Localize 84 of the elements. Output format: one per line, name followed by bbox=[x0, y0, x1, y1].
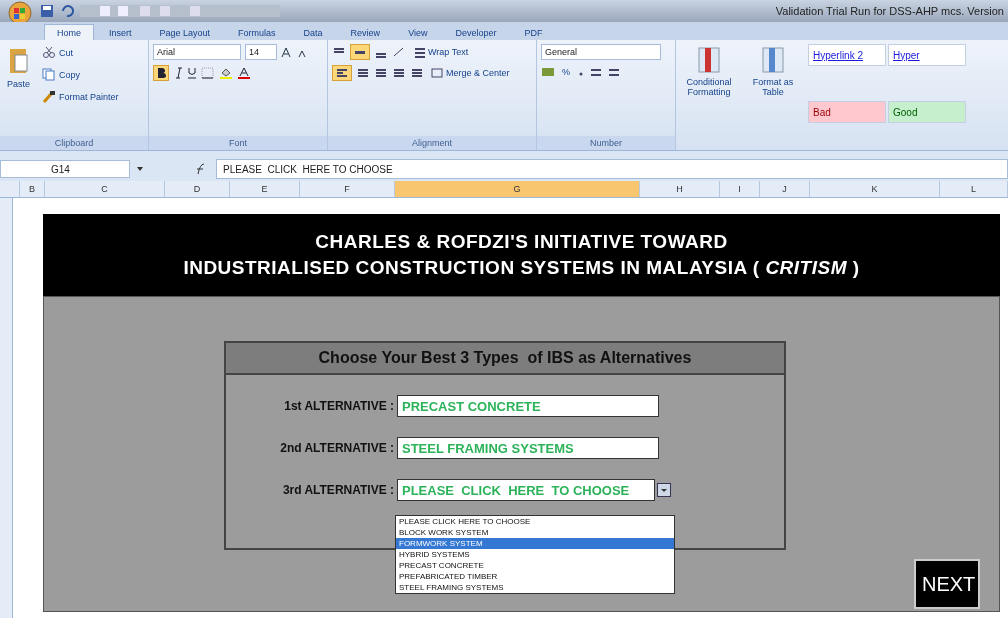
format-painter-button[interactable]: Format Painter bbox=[39, 88, 122, 105]
merge-center-button[interactable]: Merge & Center bbox=[428, 65, 513, 81]
wrap-text-icon bbox=[413, 46, 425, 58]
field-label: 2nd ALTERNATIVE : bbox=[279, 441, 395, 455]
undo-icon[interactable] bbox=[60, 4, 74, 18]
banner-title: INDUSTRIALISED CONSTRUCTION SYSTEMS IN MALAYSIA ( CRITISM ) bbox=[183, 257, 860, 279]
ribbon-tab[interactable]: Home bbox=[44, 24, 94, 40]
number-format-field[interactable]: General bbox=[541, 44, 661, 60]
dropdown-option[interactable]: PREFABRICATED TIMBER bbox=[396, 571, 674, 582]
italic-icon[interactable] bbox=[173, 67, 183, 79]
align-center-icon[interactable] bbox=[356, 67, 370, 79]
ribbon-tab[interactable]: Developer bbox=[442, 24, 510, 40]
text-orientation-icon[interactable] bbox=[392, 46, 406, 58]
column-header[interactable]: B bbox=[20, 181, 45, 197]
format-as-table-button[interactable]: Format as Table bbox=[744, 44, 802, 150]
dropdown-option[interactable]: HYBRID SYSTEMS bbox=[396, 549, 674, 560]
copy-button[interactable]: Copy bbox=[39, 66, 122, 83]
ribbon-tab[interactable]: Review bbox=[337, 24, 394, 40]
wrap-text-button[interactable]: Wrap Text bbox=[410, 44, 472, 60]
scissors-icon bbox=[42, 46, 56, 59]
quick-access-toolbar-icon bbox=[80, 4, 280, 18]
column-header[interactable]: L bbox=[940, 181, 1008, 197]
ribbon-tab[interactable]: Page Layout bbox=[146, 24, 224, 40]
save-icon[interactable] bbox=[40, 4, 54, 18]
dropdown-arrow-icon[interactable] bbox=[136, 165, 144, 173]
bold-icon[interactable] bbox=[153, 65, 169, 81]
group-label: Number bbox=[537, 136, 675, 150]
align-left-icon[interactable] bbox=[332, 65, 352, 81]
dropdown-option[interactable]: STEEL FRAMING SYSTEMS bbox=[396, 582, 674, 593]
currency-icon[interactable] bbox=[541, 66, 555, 78]
grow-font-icon[interactable] bbox=[281, 46, 293, 58]
cell-style[interactable]: Bad bbox=[808, 101, 886, 123]
borders-icon[interactable] bbox=[201, 67, 215, 79]
fill-color-icon[interactable] bbox=[219, 67, 233, 79]
column-header[interactable]: I bbox=[720, 181, 760, 197]
increase-indent-icon[interactable] bbox=[410, 67, 424, 79]
paintbrush-icon bbox=[42, 90, 56, 103]
table-icon bbox=[697, 46, 721, 74]
ribbon-tab[interactable]: Data bbox=[290, 24, 336, 40]
ribbon-tab[interactable]: Formulas bbox=[225, 24, 289, 40]
dropdown-option[interactable]: PRECAST CONCRETE bbox=[396, 560, 674, 571]
copy-icon bbox=[42, 68, 56, 81]
window-title: Validation Trial Run for DSS-AHP mcs. Version bbox=[775, 5, 1005, 17]
column-header[interactable]: D bbox=[165, 181, 230, 197]
conditional-formatting-button[interactable]: Conditional Formatting bbox=[680, 44, 738, 150]
merge-cells-icon bbox=[431, 67, 443, 79]
font-size-field[interactable]: 14 bbox=[245, 44, 277, 60]
next-button[interactable]: NEXT bbox=[914, 559, 980, 609]
ribbon-tab[interactable]: View bbox=[395, 24, 441, 40]
align-right-icon[interactable] bbox=[374, 67, 388, 79]
column-header[interactable]: G bbox=[395, 181, 640, 197]
ribbon-tab[interactable]: Insert bbox=[96, 24, 145, 40]
underline-icon[interactable] bbox=[187, 67, 197, 79]
cut-button[interactable]: Cut bbox=[39, 44, 122, 61]
column-header[interactable]: J bbox=[760, 181, 810, 197]
ribbon-tab[interactable]: PDF bbox=[511, 24, 556, 40]
dropdown-option[interactable]: BLOCK WORK SYSTEM bbox=[396, 527, 674, 538]
group-label: Font bbox=[149, 136, 327, 150]
group-label: Alignment bbox=[328, 136, 536, 150]
font-name-field[interactable]: Arial bbox=[153, 44, 241, 60]
paste-button[interactable]: Paste bbox=[4, 44, 33, 136]
cell-style[interactable]: Hyper bbox=[888, 44, 966, 66]
formula-input[interactable]: PLEASE CLICK HERE TO CHOOSE bbox=[216, 159, 1008, 179]
field-label: 1st ALTERNATIVE : bbox=[283, 399, 395, 413]
column-header[interactable]: C bbox=[45, 181, 165, 197]
field-label: 3rd ALTERNATIVE : bbox=[281, 483, 395, 497]
name-box[interactable]: G14 bbox=[0, 160, 130, 178]
panel-title: Choose Your Best 3 Types of IBS as Alternatives bbox=[226, 343, 784, 375]
clipboard-icon bbox=[7, 46, 30, 76]
percent-button[interactable]: % bbox=[559, 65, 573, 79]
dropdown-option[interactable]: PLEASE CLICK HERE TO CHOOSE bbox=[396, 516, 674, 527]
cell-style[interactable]: Good bbox=[888, 101, 966, 123]
decrease-indent-icon[interactable] bbox=[392, 67, 406, 79]
dropdown-button[interactable] bbox=[657, 483, 671, 497]
dropdown-option[interactable]: FORMWORK SYSTEM bbox=[396, 538, 674, 549]
column-header[interactable]: H bbox=[640, 181, 720, 197]
font-color-icon[interactable] bbox=[237, 67, 251, 79]
table-icon bbox=[761, 46, 785, 74]
cell-style[interactable]: Hyperlink 2 bbox=[808, 44, 886, 66]
group-label: Clipboard bbox=[0, 136, 148, 150]
banner-title: CHARLES & ROFDZI'S INITIATIVE TOWARD bbox=[315, 231, 728, 253]
column-header[interactable]: E bbox=[230, 181, 300, 197]
middle-align-icon[interactable] bbox=[350, 44, 370, 60]
column-header[interactable]: K bbox=[810, 181, 940, 197]
